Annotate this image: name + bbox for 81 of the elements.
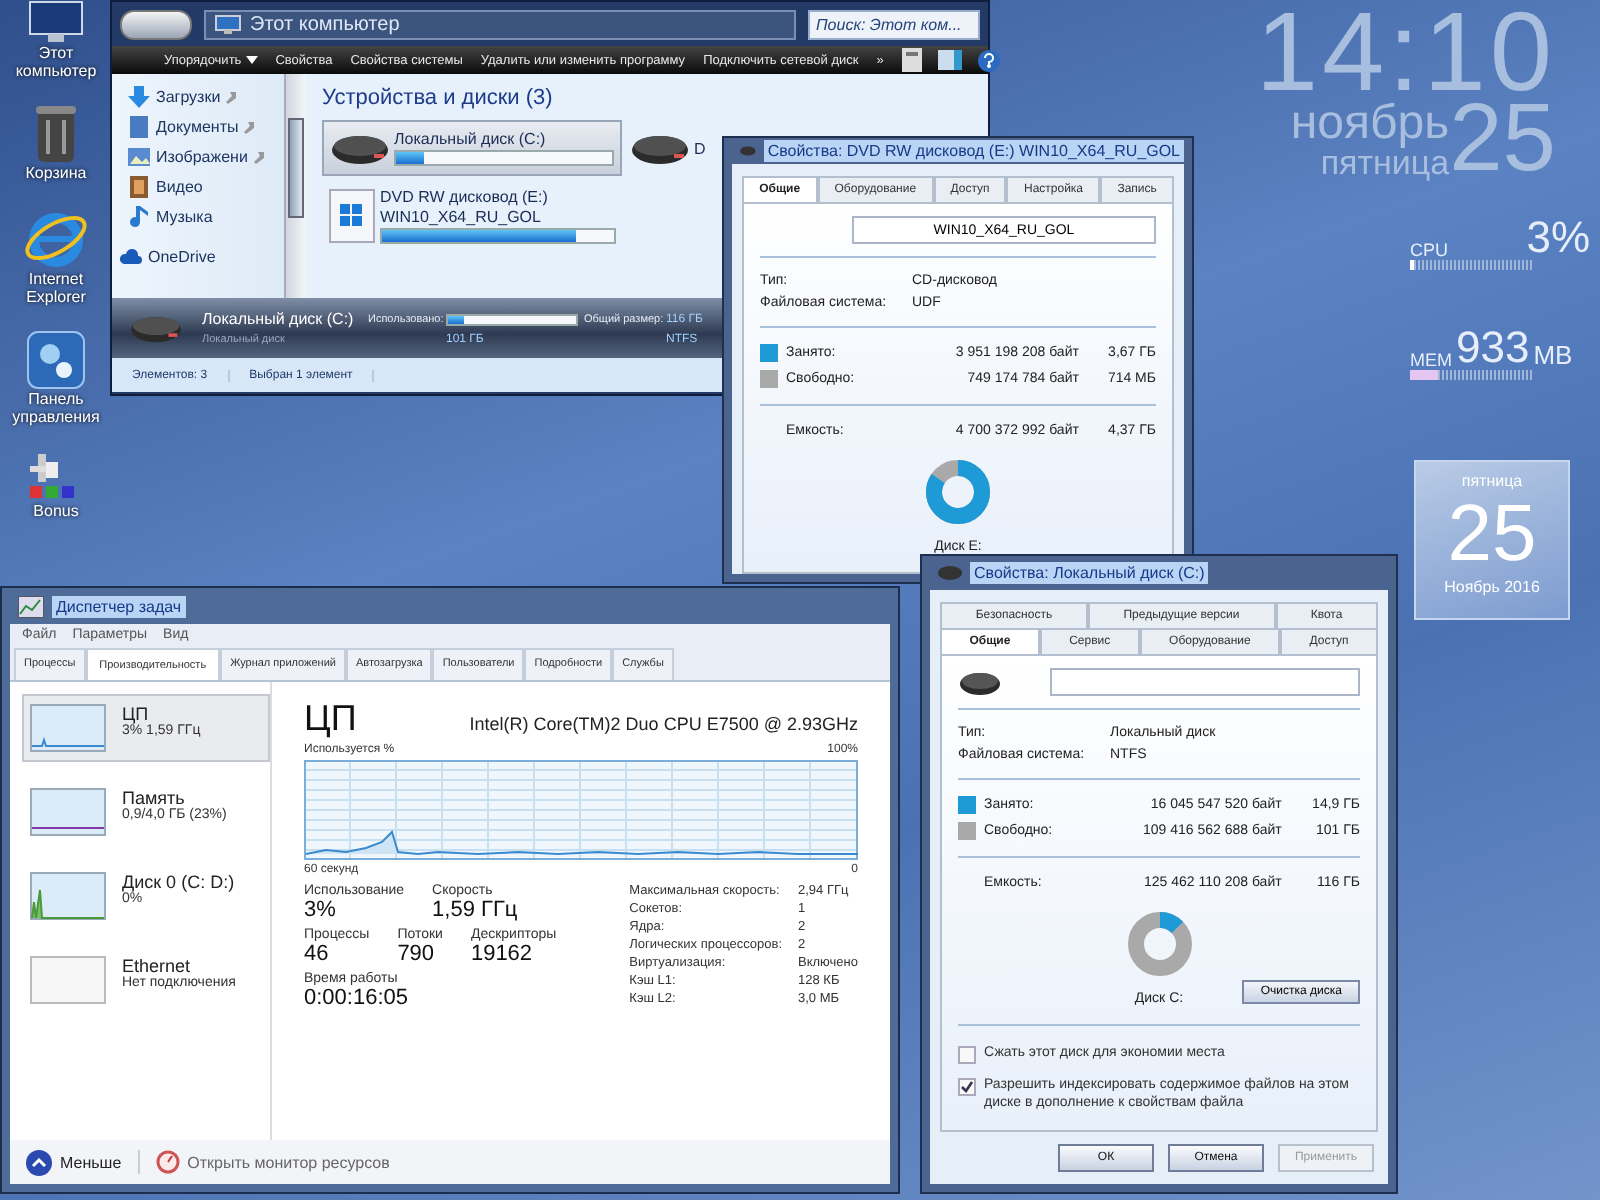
clock-month: ноябрь bbox=[1290, 101, 1450, 145]
meter-label: CPU bbox=[1410, 240, 1449, 260]
drive-tile[interactable]: Локальный диск (C:) bbox=[322, 120, 622, 176]
pin-icon bbox=[226, 91, 239, 103]
down-arrow-icon bbox=[128, 86, 150, 108]
computer-icon bbox=[214, 13, 242, 35]
nav-item[interactable]: Музыка bbox=[128, 206, 284, 228]
scrollbar[interactable] bbox=[284, 74, 306, 298]
calendar-month: Ноябрь 2016 bbox=[1444, 578, 1540, 596]
cloud-icon bbox=[120, 246, 142, 268]
checkbox[interactable] bbox=[958, 1046, 976, 1064]
window-title: Свойства: Локальный диск (C:) bbox=[970, 562, 1209, 584]
drive-icon bbox=[740, 142, 756, 160]
disc-box-icon bbox=[328, 188, 376, 244]
film-icon bbox=[128, 176, 150, 198]
drive-label: WIN10_X64_RU_GOL bbox=[380, 208, 543, 226]
search-field[interactable]: Поиск: Этот ком... bbox=[808, 9, 980, 39]
desktop-shortcut[interactable]: Панель управления bbox=[0, 330, 112, 426]
view-icon[interactable] bbox=[901, 48, 922, 72]
volume-label-field[interactable] bbox=[1050, 668, 1360, 696]
meter-value: 933 bbox=[1456, 326, 1530, 370]
address-text: Этот компьютер bbox=[250, 13, 400, 35]
desktop-shortcut[interactable]: Корзина bbox=[0, 104, 112, 182]
music-note-icon bbox=[128, 206, 150, 228]
picture-icon bbox=[128, 146, 150, 168]
desktop-shortcut[interactable]: Internet Explorer bbox=[0, 206, 112, 306]
pin-icon bbox=[244, 121, 257, 133]
mini-graph bbox=[30, 788, 106, 836]
drive-name: Локальный диск (C:) bbox=[394, 130, 548, 148]
nav-item[interactable]: Загрузки bbox=[128, 86, 284, 108]
desktop-shortcut[interactable]: Этот компьютер bbox=[0, 0, 112, 80]
drive-name: DVD RW дисковод (E:) bbox=[380, 188, 550, 206]
drive-name: D bbox=[694, 139, 708, 157]
meter-value: 3% bbox=[1526, 216, 1590, 260]
chart-window-icon bbox=[18, 595, 44, 617]
calendar-day: 25 bbox=[1447, 490, 1537, 578]
caret-icon bbox=[245, 56, 258, 64]
panel-heading: ЦП bbox=[304, 698, 357, 740]
window-title: Диспетчер задач bbox=[52, 595, 186, 617]
drive-icon bbox=[938, 564, 962, 582]
drive-tile[interactable]: D bbox=[630, 120, 718, 176]
details-name: Локальный диск (C:) bbox=[202, 310, 356, 328]
stat-value: 46 bbox=[304, 942, 331, 966]
control-panel-icon bbox=[26, 330, 86, 390]
pin-icon bbox=[253, 151, 266, 163]
stat-value: 1,59 ГГц bbox=[432, 898, 518, 922]
meter-label: MEM bbox=[1410, 350, 1452, 370]
hard-drive-icon bbox=[128, 312, 184, 344]
nav-item[interactable]: Изображени bbox=[128, 146, 284, 168]
mini-graph bbox=[30, 872, 106, 920]
address-bar[interactable]: Этот компьютер bbox=[204, 9, 796, 39]
help-icon[interactable] bbox=[977, 49, 1000, 71]
stat-value: 19162 bbox=[470, 942, 535, 966]
nav-item[interactable]: Документы bbox=[128, 116, 284, 138]
nav-item[interactable]: Видео bbox=[128, 176, 284, 198]
cpu-model: Intel(R) Core(TM)2 Duo CPU E7500 @ 2.93GHz bbox=[469, 714, 858, 734]
trash-bin-icon bbox=[34, 104, 78, 164]
desktop-shortcut[interactable]: Bonus bbox=[0, 450, 112, 520]
document-icon bbox=[128, 116, 150, 138]
hard-drive-icon bbox=[630, 130, 690, 166]
nav-item[interactable]: OneDrive bbox=[120, 246, 284, 268]
mini-graph bbox=[30, 704, 106, 752]
scrollbar-thumb[interactable] bbox=[288, 118, 304, 218]
drive-tile[interactable]: DVD RW дисковод (E:) WIN10_X64_RU_GOL bbox=[322, 188, 622, 244]
clock-weekday: пятница bbox=[1320, 145, 1450, 179]
pane-icon[interactable] bbox=[937, 50, 962, 70]
stat-value: 3% bbox=[304, 898, 338, 922]
resource-monitor-link[interactable]: Открыть монитор ресурсов bbox=[155, 1150, 390, 1174]
stat-value: 0:00:16:05 bbox=[304, 986, 408, 1010]
group-header[interactable]: Устройства и диски (3) bbox=[322, 86, 976, 110]
back-forward-buttons[interactable] bbox=[120, 9, 192, 39]
window-title: Свойства: DVD RW дисковод (E:) WIN10_X64_RU_GOL bbox=[763, 140, 1184, 162]
checkbox[interactable] bbox=[958, 1078, 976, 1096]
hard-drive-icon bbox=[330, 130, 390, 166]
monitor-icon bbox=[26, 0, 86, 44]
fewer-details-button[interactable]: Меньше bbox=[26, 1149, 122, 1175]
mini-graph bbox=[30, 956, 106, 1004]
calendar-weekday: пятница bbox=[1461, 472, 1523, 490]
stat-value: 790 bbox=[397, 942, 437, 966]
meter-unit: MB bbox=[1533, 340, 1573, 370]
gauge-icon bbox=[155, 1150, 180, 1174]
